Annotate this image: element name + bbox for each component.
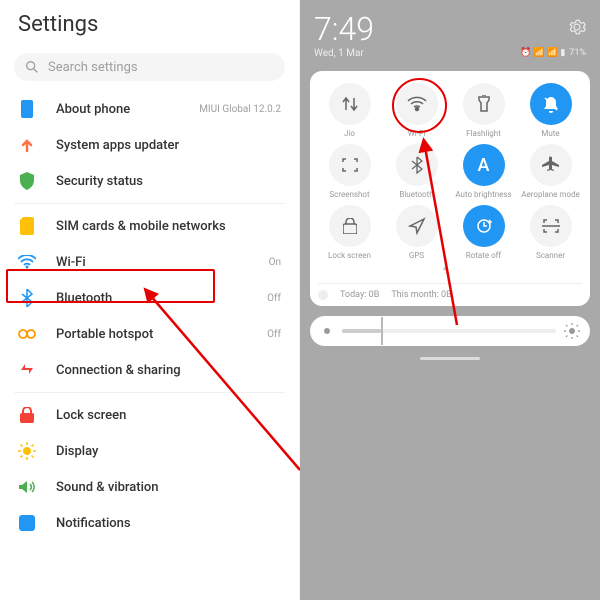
wifi-toggle[interactable]: Wi-Fi [385, 83, 448, 138]
display-icon [18, 442, 36, 460]
settings-screen: Settings Search settings About phone MIU… [0, 0, 300, 600]
about-phone-label: About phone [56, 102, 199, 117]
lock-icon [18, 406, 36, 424]
bluetooth-label: Bluetooth [56, 291, 267, 306]
notif-icon [18, 514, 36, 532]
updater-icon [18, 136, 36, 154]
quick-settings-screen: 7:49 Wed, 1 Mar ⏰ 📶 📶 ▮71% Jio Wi-Fi Fla… [300, 0, 600, 600]
about-phone-row[interactable]: About phone MIUI Global 12.0.2 [0, 91, 299, 127]
lock-label: Lock screen [56, 408, 281, 423]
bluetooth-toggle[interactable]: Bluetooth [385, 144, 448, 199]
display-row[interactable]: Display [0, 433, 299, 469]
updater-row[interactable]: System apps updater [0, 127, 299, 163]
notif-row[interactable]: Notifications [0, 505, 299, 541]
jio-toggle[interactable]: Jio [318, 83, 381, 138]
search-input[interactable]: Search settings [14, 53, 285, 81]
connection-icon [18, 361, 36, 379]
status-bar: 7:49 [300, 0, 600, 48]
wifi-row[interactable]: Wi-Fi On [0, 244, 299, 280]
bluetooth-value: Off [267, 293, 281, 304]
gear-icon[interactable] [568, 18, 586, 36]
autobright-toggle[interactable]: AAuto brightness [452, 144, 515, 199]
hotspot-value: Off [267, 329, 281, 340]
display-label: Display [56, 444, 281, 459]
notif-label: Notifications [56, 516, 281, 531]
lockscreen-toggle[interactable]: Lock screen [318, 205, 381, 260]
gps-toggle[interactable]: GPS [385, 205, 448, 260]
sim-row[interactable]: SIM cards & mobile networks [0, 208, 299, 244]
sound-row[interactable]: Sound & vibration [0, 469, 299, 505]
page-dots: ● · [318, 264, 582, 273]
search-placeholder: Search settings [48, 60, 138, 75]
wifi-value: On [269, 257, 281, 268]
wifi-label: Wi-Fi [56, 255, 269, 270]
sim-icon [18, 217, 36, 235]
hotspot-row[interactable]: Portable hotspot Off [0, 316, 299, 352]
sound-label: Sound & vibration [56, 480, 281, 495]
brightness-slider[interactable] [310, 316, 590, 346]
home-indicator[interactable] [420, 357, 480, 360]
shield-icon [18, 172, 36, 190]
toggle-panel: Jio Wi-Fi Flashlight Mute Screenshot Blu… [310, 71, 590, 306]
hotspot-icon [18, 325, 36, 343]
lock-row[interactable]: Lock screen [0, 397, 299, 433]
rotate-toggle[interactable]: Rotate off [452, 205, 515, 260]
sound-icon [18, 478, 36, 496]
phone-icon [18, 100, 36, 118]
wifi-icon [18, 253, 36, 271]
scanner-toggle[interactable]: Scanner [519, 205, 582, 260]
updater-label: System apps updater [56, 138, 281, 153]
clock: 7:49 [314, 10, 374, 48]
connection-label: Connection & sharing [56, 363, 281, 378]
data-dot-icon [318, 290, 328, 300]
about-phone-value: MIUI Global 12.0.2 [199, 104, 281, 115]
page-title: Settings [0, 0, 299, 45]
screenshot-toggle[interactable]: Screenshot [318, 144, 381, 199]
hotspot-label: Portable hotspot [56, 327, 267, 342]
bluetooth-icon [18, 289, 36, 307]
brightness-low-icon [320, 324, 334, 338]
flashlight-toggle[interactable]: Flashlight [452, 83, 515, 138]
data-usage-row[interactable]: Today: 0B This month: 0B [318, 283, 582, 300]
brightness-high-icon [564, 323, 580, 339]
sim-label: SIM cards & mobile networks [56, 219, 281, 234]
mute-toggle[interactable]: Mute [519, 83, 582, 138]
data-month: This month: 0B [391, 290, 451, 300]
bluetooth-row[interactable]: Bluetooth Off [0, 280, 299, 316]
divider [14, 392, 285, 393]
connection-row[interactable]: Connection & sharing [0, 352, 299, 388]
airplane-toggle[interactable]: Aeroplane mode [519, 144, 582, 199]
security-label: Security status [56, 174, 281, 189]
search-icon [24, 59, 40, 75]
data-today: Today: 0B [340, 290, 379, 300]
divider [14, 203, 285, 204]
status-icons: ⏰ 📶 📶 ▮71% [520, 48, 586, 58]
security-row[interactable]: Security status [0, 163, 299, 199]
